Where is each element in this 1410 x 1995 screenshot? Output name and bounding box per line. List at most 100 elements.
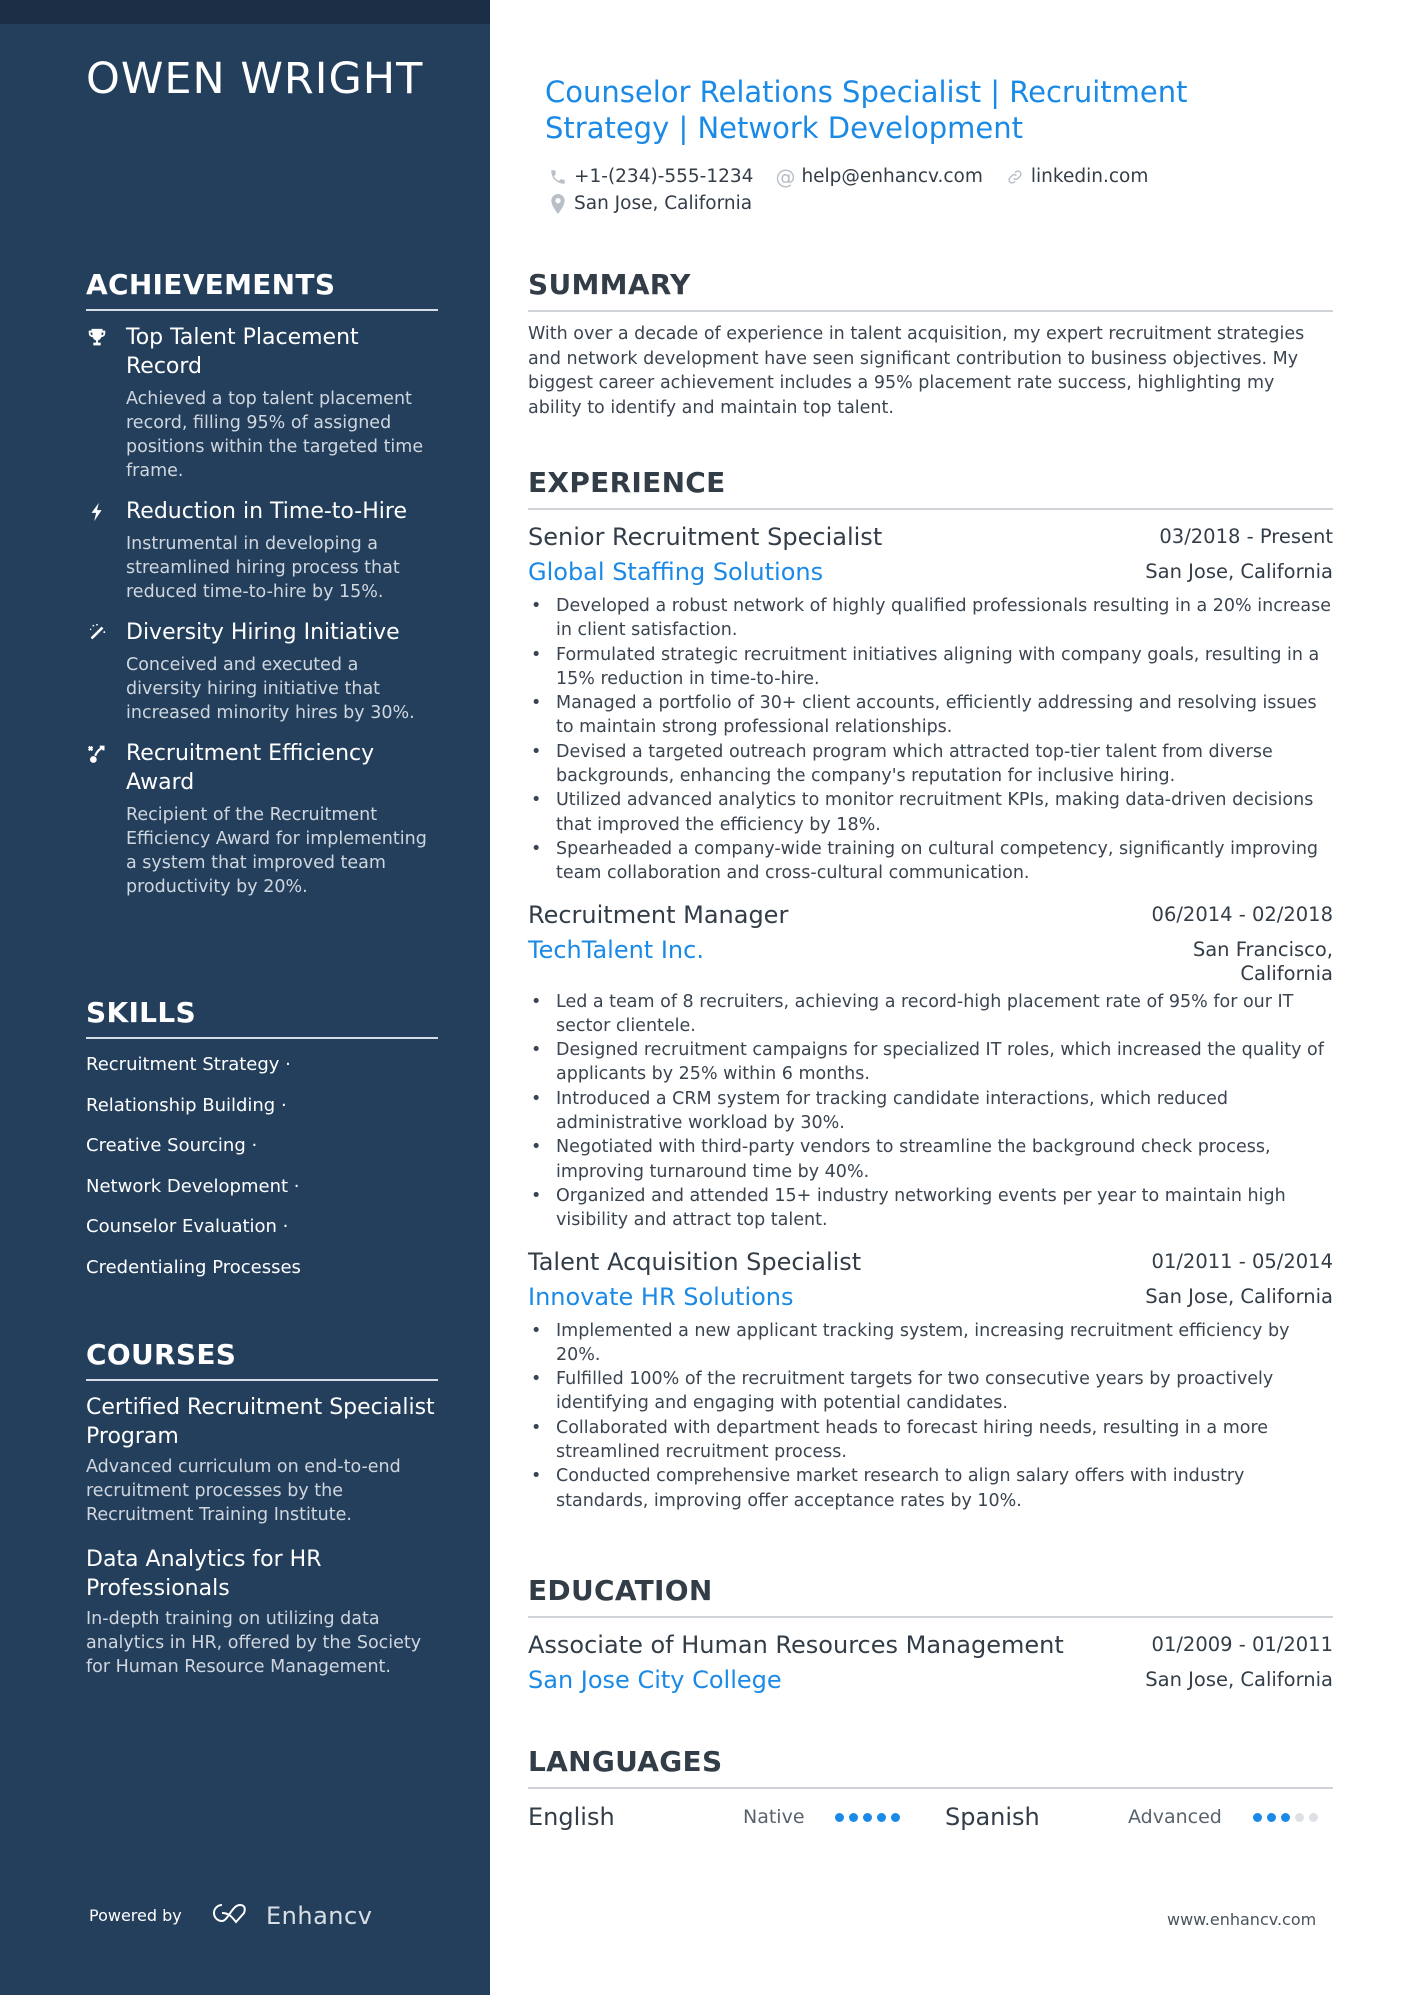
job-bullet: Conducted comprehensive market research … bbox=[528, 1464, 1333, 1513]
job-entry: Senior Recruitment Specialist 03/2018 - … bbox=[528, 520, 1333, 886]
courses-section: COURSES Certified Recruitment Specialist… bbox=[86, 1338, 438, 1679]
summary-heading: SUMMARY bbox=[528, 268, 1333, 312]
achievement-description: Conceived and executed a diversity hirin… bbox=[126, 655, 415, 723]
location-pin-icon bbox=[548, 193, 568, 214]
language-item: Spanish Advanced bbox=[945, 1803, 1327, 1831]
degree-title: Associate of Human Resources Management bbox=[528, 1631, 1064, 1659]
skill-item: Counselor Evaluation · bbox=[86, 1216, 289, 1237]
language-item: English Native bbox=[528, 1803, 913, 1831]
rating-dot-filled bbox=[849, 1812, 858, 1822]
company-name[interactable]: Global Staffing Solutions bbox=[528, 554, 823, 590]
education-heading: EDUCATION bbox=[528, 1574, 1333, 1618]
job-location: San Francisco, California bbox=[1192, 937, 1333, 985]
job-bullet: Devised a targeted outreach program whic… bbox=[528, 740, 1333, 789]
achievements-heading: ACHIEVEMENTS bbox=[86, 268, 438, 311]
school-name[interactable]: San Jose City College bbox=[528, 1662, 782, 1698]
skills-heading: SKILLS bbox=[86, 996, 438, 1039]
job-bullet: Developed a robust network of highly qua… bbox=[528, 594, 1333, 643]
summary-text: With over a decade of experience in tale… bbox=[528, 324, 1305, 418]
at-icon: @ bbox=[775, 164, 796, 189]
achievement-item: Recruitment Efficiency Award Recipient o… bbox=[86, 739, 438, 899]
rating-dot-filled bbox=[1253, 1812, 1262, 1822]
education-entry: Associate of Human Resources Management … bbox=[528, 1628, 1333, 1698]
achievement-item: Diversity Hiring Initiative Conceived an… bbox=[86, 618, 438, 725]
language-level: Advanced bbox=[1128, 1806, 1222, 1828]
job-bullets: Led a team of 8 recruiters, achieving a … bbox=[528, 990, 1333, 1233]
job-date: 06/2014 - 02/2018 bbox=[1151, 902, 1333, 926]
skill-item: Credentialing Processes bbox=[86, 1256, 301, 1278]
job-bullet: Negotiated with third-party vendors to s… bbox=[528, 1135, 1333, 1184]
language-level: Native bbox=[743, 1806, 805, 1828]
company-name[interactable]: Innovate HR Solutions bbox=[528, 1279, 794, 1315]
phone-item: +1-(234)-555-1234 bbox=[548, 166, 753, 187]
achievement-item: Reduction in Time-to-Hire Instrumental i… bbox=[86, 497, 438, 604]
trophy-icon bbox=[86, 327, 108, 349]
courses-heading: COURSES bbox=[86, 1338, 438, 1381]
email-item: @ help@enhancv.com bbox=[775, 164, 982, 189]
rating-dot-empty bbox=[1309, 1812, 1318, 1822]
strategy-icon bbox=[86, 743, 108, 765]
language-rating bbox=[835, 1812, 900, 1822]
sidebar-top-bar bbox=[0, 0, 490, 24]
email-link[interactable]: help@enhancv.com bbox=[801, 166, 982, 187]
experience-heading: EXPERIENCE bbox=[528, 466, 1333, 510]
course-title: Certified Recruitment Specialist Program bbox=[86, 1395, 435, 1449]
skills-section: SKILLS Recruitment Strategy · Relationsh… bbox=[86, 996, 438, 1288]
language-name: English bbox=[528, 1803, 615, 1831]
rating-dot-filled bbox=[891, 1812, 900, 1822]
phone-icon bbox=[548, 167, 568, 187]
job-date: 03/2018 - Present bbox=[1159, 525, 1333, 548]
language-name: Spanish bbox=[945, 1803, 1040, 1831]
phone-number[interactable]: +1-(234)-555-1234 bbox=[574, 166, 753, 187]
job-bullet: Organized and attended 15+ industry netw… bbox=[528, 1184, 1333, 1233]
languages-heading: LANGUAGES bbox=[528, 1745, 1333, 1789]
headline: Counselor Relations Specialist | Recruit… bbox=[545, 75, 1188, 145]
course-title: Data Analytics for HR Professionals bbox=[86, 1547, 322, 1601]
job-bullet: Spearheaded a company-wide training on c… bbox=[528, 837, 1333, 886]
job-bullets: Implemented a new applicant tracking sys… bbox=[528, 1319, 1333, 1513]
candidate-name: OWEN WRIGHT bbox=[86, 54, 424, 104]
rating-dot-filled bbox=[877, 1812, 886, 1822]
linkedin-link[interactable]: linkedin.com bbox=[1031, 166, 1148, 187]
rating-dot-filled bbox=[1281, 1812, 1290, 1822]
skill-item: Relationship Building · bbox=[86, 1094, 287, 1116]
job-bullet: Utilized advanced analytics to monitor r… bbox=[528, 788, 1333, 837]
link-icon bbox=[1005, 167, 1025, 187]
course-description: Advanced curriculum on end-to-end recrui… bbox=[86, 1457, 401, 1525]
skill-item: Recruitment Strategy · bbox=[86, 1054, 291, 1075]
job-entry: Talent Acquisition Specialist 01/2011 - … bbox=[528, 1245, 1333, 1513]
achievement-description: Recipient of the Recruitment Efficiency … bbox=[126, 805, 427, 897]
job-bullet: Implemented a new applicant tracking sys… bbox=[528, 1319, 1333, 1368]
job-bullet: Collaborated with department heads to fo… bbox=[528, 1416, 1333, 1465]
contact-info: +1-(234)-555-1234 @ help@enhancv.com lin… bbox=[548, 163, 1328, 217]
rating-dot-filled bbox=[863, 1812, 872, 1822]
company-name[interactable]: TechTalent Inc. bbox=[528, 932, 704, 968]
summary-section: SUMMARY With over a decade of experience… bbox=[528, 268, 1333, 420]
experience-section: EXPERIENCE Senior Recruitment Specialist… bbox=[528, 466, 1333, 1513]
languages-section: LANGUAGES English Native Spanish Advance… bbox=[528, 1745, 1333, 1835]
achievement-description: Instrumental in developing a streamlined… bbox=[126, 534, 400, 602]
location-item: San Jose, California bbox=[548, 193, 752, 214]
lightning-icon bbox=[86, 501, 108, 523]
course-item: Data Analytics for HR Professionals In-d… bbox=[86, 1545, 438, 1679]
job-entry: Recruitment Manager 06/2014 - 02/2018 Te… bbox=[528, 898, 1333, 1233]
magic-wand-icon bbox=[86, 622, 108, 644]
language-rating bbox=[1253, 1812, 1318, 1822]
location-text: San Jose, California bbox=[574, 193, 753, 214]
education-section: EDUCATION Associate of Human Resources M… bbox=[528, 1574, 1333, 1698]
job-bullet: Designed recruitment campaigns for speci… bbox=[528, 1038, 1333, 1087]
education-date: 01/2009 - 01/2011 bbox=[1151, 1633, 1333, 1656]
job-date: 01/2011 - 05/2014 bbox=[1151, 1249, 1333, 1273]
enhancv-logo[interactable]: Enhancv bbox=[208, 1900, 372, 1932]
job-bullet: Managed a portfolio of 30+ client accoun… bbox=[528, 691, 1333, 740]
powered-by-label: Powered by bbox=[89, 1906, 182, 1925]
achievement-item: Top Talent Placement Record Achieved a t… bbox=[86, 323, 438, 483]
rating-dot-filled bbox=[1267, 1812, 1276, 1822]
achievement-title: Recruitment Efficiency Award bbox=[126, 741, 375, 795]
enhancv-logo-text: Enhancv bbox=[266, 1902, 373, 1930]
achievement-title: Diversity Hiring Initiative bbox=[126, 620, 400, 645]
skill-item: Network Development · bbox=[86, 1175, 300, 1197]
footer-website[interactable]: www.enhancv.com bbox=[1167, 1910, 1316, 1929]
job-title: Talent Acquisition Specialist bbox=[528, 1247, 862, 1276]
job-bullet: Fulfilled 100% of the recruitment target… bbox=[528, 1367, 1333, 1416]
